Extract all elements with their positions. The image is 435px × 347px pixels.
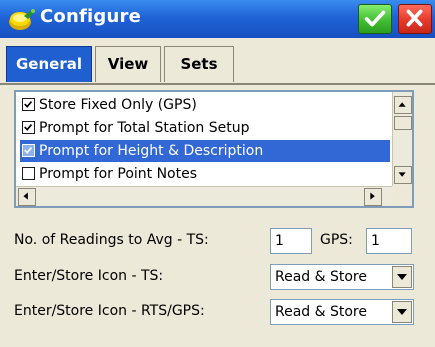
app-survey-icon [9, 9, 35, 30]
vertical-scroll-thumb[interactable] [394, 116, 412, 130]
tab-strip: General View Sets [0, 38, 435, 84]
list-item-label: Prompt for Point Notes [39, 166, 198, 182]
checkbox-point-notes[interactable] [22, 167, 35, 180]
checkmark-icon [24, 146, 33, 154]
list-item-store-fixed-only[interactable]: Store Fixed Only (GPS) [20, 94, 390, 116]
checkbox-height-description[interactable] [22, 144, 35, 157]
gps-label: GPS: [320, 232, 353, 248]
dropdown-button[interactable] [392, 301, 412, 323]
ts-readings-input[interactable]: 1 [270, 228, 312, 254]
checkmark-icon [24, 100, 33, 108]
checkmark-icon [24, 123, 33, 131]
scroll-left-button[interactable] [18, 188, 36, 206]
chevron-down-icon [397, 309, 407, 315]
list-item-label: Prompt for Height & Description [39, 143, 264, 159]
tab-divider [0, 83, 435, 85]
tab-sets[interactable]: Sets [164, 46, 234, 82]
arrow-up-icon [398, 102, 406, 107]
checkbox-total-station-setup[interactable] [22, 121, 35, 134]
window-title: Configure [40, 6, 141, 27]
dropdown-button[interactable] [392, 266, 412, 288]
horizontal-scrollbar[interactable] [16, 186, 392, 206]
configure-window: Configure General View Sets Store Fixed … [0, 0, 435, 347]
store-icon-rts-value: Read & Store [275, 304, 367, 320]
tab-general[interactable]: General [6, 46, 92, 82]
tab-view[interactable]: View [95, 46, 161, 82]
list-item-height-description[interactable]: Prompt for Height & Description [20, 140, 390, 162]
scroll-corner [392, 186, 412, 206]
list-item-total-station-setup[interactable]: Prompt for Total Station Setup [20, 117, 390, 139]
list-item-label: Prompt for Total Station Setup [39, 120, 250, 136]
vertical-scrollbar[interactable] [392, 92, 412, 186]
store-icon-ts-label: Enter/Store Icon - TS: [14, 268, 164, 284]
arrow-down-icon [398, 172, 406, 177]
store-icon-rts-label: Enter/Store Icon - RTS/GPS: [14, 303, 205, 319]
close-button[interactable] [398, 4, 432, 34]
scroll-right-button[interactable] [364, 188, 382, 206]
gps-readings-input[interactable]: 1 [366, 228, 412, 254]
arrow-right-icon [370, 192, 375, 200]
title-bar: Configure [0, 0, 435, 38]
list-item-label: Store Fixed Only (GPS) [39, 97, 197, 113]
arrow-left-icon [23, 192, 28, 200]
close-x-icon [406, 9, 423, 27]
readings-avg-label: No. of Readings to Avg - TS: [14, 232, 209, 248]
list-item-point-notes[interactable]: Prompt for Point Notes [20, 163, 390, 185]
store-icon-rts-select[interactable]: Read & Store [270, 299, 414, 325]
store-icon-ts-value: Read & Store [275, 269, 367, 285]
checkbox-store-fixed-only[interactable] [22, 98, 35, 111]
ok-button[interactable] [358, 4, 392, 34]
chevron-down-icon [397, 274, 407, 280]
scroll-up-button[interactable] [394, 96, 412, 114]
options-listbox[interactable]: Store Fixed Only (GPS) Prompt for Total … [14, 90, 414, 208]
checkmark-icon [364, 10, 386, 27]
scroll-down-button[interactable] [394, 166, 412, 184]
store-icon-ts-select[interactable]: Read & Store [270, 264, 414, 290]
